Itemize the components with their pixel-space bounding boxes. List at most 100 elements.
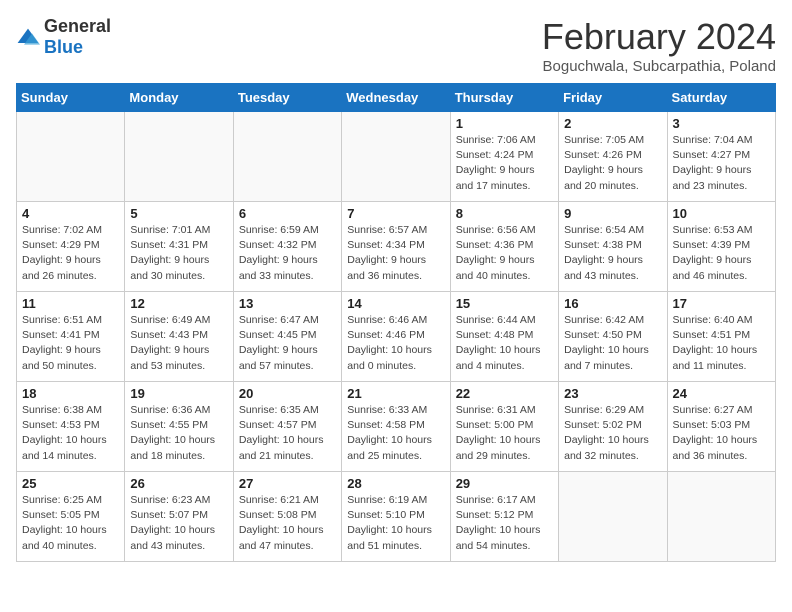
calendar-table: SundayMondayTuesdayWednesdayThursdayFrid…: [16, 83, 776, 562]
calendar-cell: 24 Sunrise: 6:27 AM Sunset: 5:03 PM Dayli…: [667, 382, 775, 472]
calendar-cell: [342, 112, 450, 202]
day-number: 14: [347, 296, 444, 311]
day-header-friday: Friday: [559, 84, 667, 112]
day-info: Sunrise: 6:57 AM Sunset: 4:34 PM Dayligh…: [347, 223, 444, 284]
day-info: Sunrise: 6:49 AM Sunset: 4:43 PM Dayligh…: [130, 313, 227, 374]
day-number: 6: [239, 206, 336, 221]
calendar-cell: 21Sunrise: 6:33 AM Sunset: 4:58 PM Dayli…: [342, 382, 450, 472]
day-info: Sunrise: 6:42 AM Sunset: 4:50 PM Dayligh…: [564, 313, 661, 374]
day-info: Sunrise: 6:19 AM Sunset: 5:10 PM Dayligh…: [347, 493, 444, 554]
day-number: 5: [130, 206, 227, 221]
day-info: Sunrise: 6:21 AM Sunset: 5:08 PM Dayligh…: [239, 493, 336, 554]
day-info: Sunrise: 6:27 AM Sunset: 5:03 PM Dayligh…: [673, 403, 770, 464]
logo: General Blue: [16, 16, 111, 58]
calendar-cell: 13Sunrise: 6:47 AM Sunset: 4:45 PM Dayli…: [233, 292, 341, 382]
week-row-3: 11Sunrise: 6:51 AM Sunset: 4:41 PM Dayli…: [17, 292, 776, 382]
calendar-cell: 22 Sunrise: 6:31 AM Sunset: 5:00 PM Dayli…: [450, 382, 558, 472]
day-header-wednesday: Wednesday: [342, 84, 450, 112]
day-info: Sunrise: 7:01 AM Sunset: 4:31 PM Dayligh…: [130, 223, 227, 284]
calendar-cell: 11Sunrise: 6:51 AM Sunset: 4:41 PM Dayli…: [17, 292, 125, 382]
day-header-monday: Monday: [125, 84, 233, 112]
day-number: 17: [673, 296, 770, 311]
day-header-thursday: Thursday: [450, 84, 558, 112]
day-info: Sunrise: 6:29 AM Sunset: 5:02 PM Dayligh…: [564, 403, 661, 464]
header: General Blue February 2024 Boguchwala, S…: [16, 16, 776, 75]
day-info: Sunrise: 6:38 AM Sunset: 4:53 PM Dayligh…: [22, 403, 119, 464]
calendar-cell: 15 Sunrise: 6:44 AM Sunset: 4:48 PM Dayli…: [450, 292, 558, 382]
calendar-cell: 5 Sunrise: 7:01 AM Sunset: 4:31 PM Daylig…: [125, 202, 233, 292]
day-info: Sunrise: 6:56 AM Sunset: 4:36 PM Dayligh…: [456, 223, 553, 284]
day-number: 12: [130, 296, 227, 311]
day-number: 23: [564, 386, 661, 401]
calendar-cell: 19 Sunrise: 6:36 AM Sunset: 4:55 PM Dayli…: [125, 382, 233, 472]
day-info: Sunrise: 6:54 AM Sunset: 4:38 PM Dayligh…: [564, 223, 661, 284]
day-header-saturday: Saturday: [667, 84, 775, 112]
day-info: Sunrise: 7:05 AM Sunset: 4:26 PM Dayligh…: [564, 133, 661, 194]
day-number: 7: [347, 206, 444, 221]
day-info: Sunrise: 6:44 AM Sunset: 4:48 PM Dayligh…: [456, 313, 553, 374]
day-number: 3: [673, 116, 770, 131]
day-number: 18: [22, 386, 119, 401]
calendar-cell: 25 Sunrise: 6:25 AM Sunset: 5:05 PM Dayli…: [17, 472, 125, 562]
day-number: 16: [564, 296, 661, 311]
calendar-cell: [559, 472, 667, 562]
day-number: 24: [673, 386, 770, 401]
logo-blue: Blue: [44, 37, 83, 57]
day-number: 22: [456, 386, 553, 401]
day-number: 28: [347, 476, 444, 491]
calendar-cell: 17Sunrise: 6:40 AM Sunset: 4:51 PM Dayli…: [667, 292, 775, 382]
calendar-cell: [17, 112, 125, 202]
day-number: 10: [673, 206, 770, 221]
week-row-2: 4 Sunrise: 7:02 AM Sunset: 4:29 PM Daylig…: [17, 202, 776, 292]
day-info: Sunrise: 7:04 AM Sunset: 4:27 PM Dayligh…: [673, 133, 770, 194]
calendar-cell: 23 Sunrise: 6:29 AM Sunset: 5:02 PM Dayli…: [559, 382, 667, 472]
calendar-cell: 4 Sunrise: 7:02 AM Sunset: 4:29 PM Daylig…: [17, 202, 125, 292]
day-number: 26: [130, 476, 227, 491]
day-info: Sunrise: 6:23 AM Sunset: 5:07 PM Dayligh…: [130, 493, 227, 554]
calendar-cell: 18 Sunrise: 6:38 AM Sunset: 4:53 PM Dayli…: [17, 382, 125, 472]
calendar-cell: 9 Sunrise: 6:54 AM Sunset: 4:38 PM Daylig…: [559, 202, 667, 292]
day-info: Sunrise: 6:53 AM Sunset: 4:39 PM Dayligh…: [673, 223, 770, 284]
day-info: Sunrise: 7:06 AM Sunset: 4:24 PM Dayligh…: [456, 133, 553, 194]
logo-text: General Blue: [44, 16, 111, 58]
day-number: 27: [239, 476, 336, 491]
calendar-cell: 20Sunrise: 6:35 AM Sunset: 4:57 PM Dayli…: [233, 382, 341, 472]
calendar-cell: 16 Sunrise: 6:42 AM Sunset: 4:50 PM Dayli…: [559, 292, 667, 382]
day-number: 19: [130, 386, 227, 401]
calendar-cell: 27 Sunrise: 6:21 AM Sunset: 5:08 PM Dayli…: [233, 472, 341, 562]
day-info: Sunrise: 6:25 AM Sunset: 5:05 PM Dayligh…: [22, 493, 119, 554]
day-info: Sunrise: 6:35 AM Sunset: 4:57 PM Dayligh…: [239, 403, 336, 464]
calendar-cell: 26 Sunrise: 6:23 AM Sunset: 5:07 PM Dayli…: [125, 472, 233, 562]
calendar-cell: 28 Sunrise: 6:19 AM Sunset: 5:10 PM Dayli…: [342, 472, 450, 562]
calendar-cell: 2 Sunrise: 7:05 AM Sunset: 4:26 PM Daylig…: [559, 112, 667, 202]
day-number: 2: [564, 116, 661, 131]
day-header-tuesday: Tuesday: [233, 84, 341, 112]
day-number: 4: [22, 206, 119, 221]
calendar-cell: [233, 112, 341, 202]
calendar-cell: [667, 472, 775, 562]
day-info: Sunrise: 6:36 AM Sunset: 4:55 PM Dayligh…: [130, 403, 227, 464]
day-number: 13: [239, 296, 336, 311]
day-info: Sunrise: 6:59 AM Sunset: 4:32 PM Dayligh…: [239, 223, 336, 284]
calendar-cell: 1Sunrise: 7:06 AM Sunset: 4:24 PM Daylig…: [450, 112, 558, 202]
week-row-4: 18 Sunrise: 6:38 AM Sunset: 4:53 PM Dayli…: [17, 382, 776, 472]
calendar-cell: 10 Sunrise: 6:53 AM Sunset: 4:39 PM Dayli…: [667, 202, 775, 292]
day-info: Sunrise: 7:02 AM Sunset: 4:29 PM Dayligh…: [22, 223, 119, 284]
calendar-cell: 14Sunrise: 6:46 AM Sunset: 4:46 PM Dayli…: [342, 292, 450, 382]
day-number: 21: [347, 386, 444, 401]
day-number: 25: [22, 476, 119, 491]
day-info: Sunrise: 6:31 AM Sunset: 5:00 PM Dayligh…: [456, 403, 553, 464]
day-number: 29: [456, 476, 553, 491]
week-row-1: 1Sunrise: 7:06 AM Sunset: 4:24 PM Daylig…: [17, 112, 776, 202]
calendar-cell: 3 Sunrise: 7:04 AM Sunset: 4:27 PM Daylig…: [667, 112, 775, 202]
day-info: Sunrise: 6:51 AM Sunset: 4:41 PM Dayligh…: [22, 313, 119, 374]
calendar-cell: 8Sunrise: 6:56 AM Sunset: 4:36 PM Daylig…: [450, 202, 558, 292]
day-number: 15: [456, 296, 553, 311]
day-headers-row: SundayMondayTuesdayWednesdayThursdayFrid…: [17, 84, 776, 112]
month-title: February 2024: [542, 16, 776, 58]
day-header-sunday: Sunday: [17, 84, 125, 112]
day-number: 9: [564, 206, 661, 221]
calendar-cell: 7 Sunrise: 6:57 AM Sunset: 4:34 PM Daylig…: [342, 202, 450, 292]
calendar-cell: 6 Sunrise: 6:59 AM Sunset: 4:32 PM Daylig…: [233, 202, 341, 292]
calendar-cell: 29Sunrise: 6:17 AM Sunset: 5:12 PM Dayli…: [450, 472, 558, 562]
